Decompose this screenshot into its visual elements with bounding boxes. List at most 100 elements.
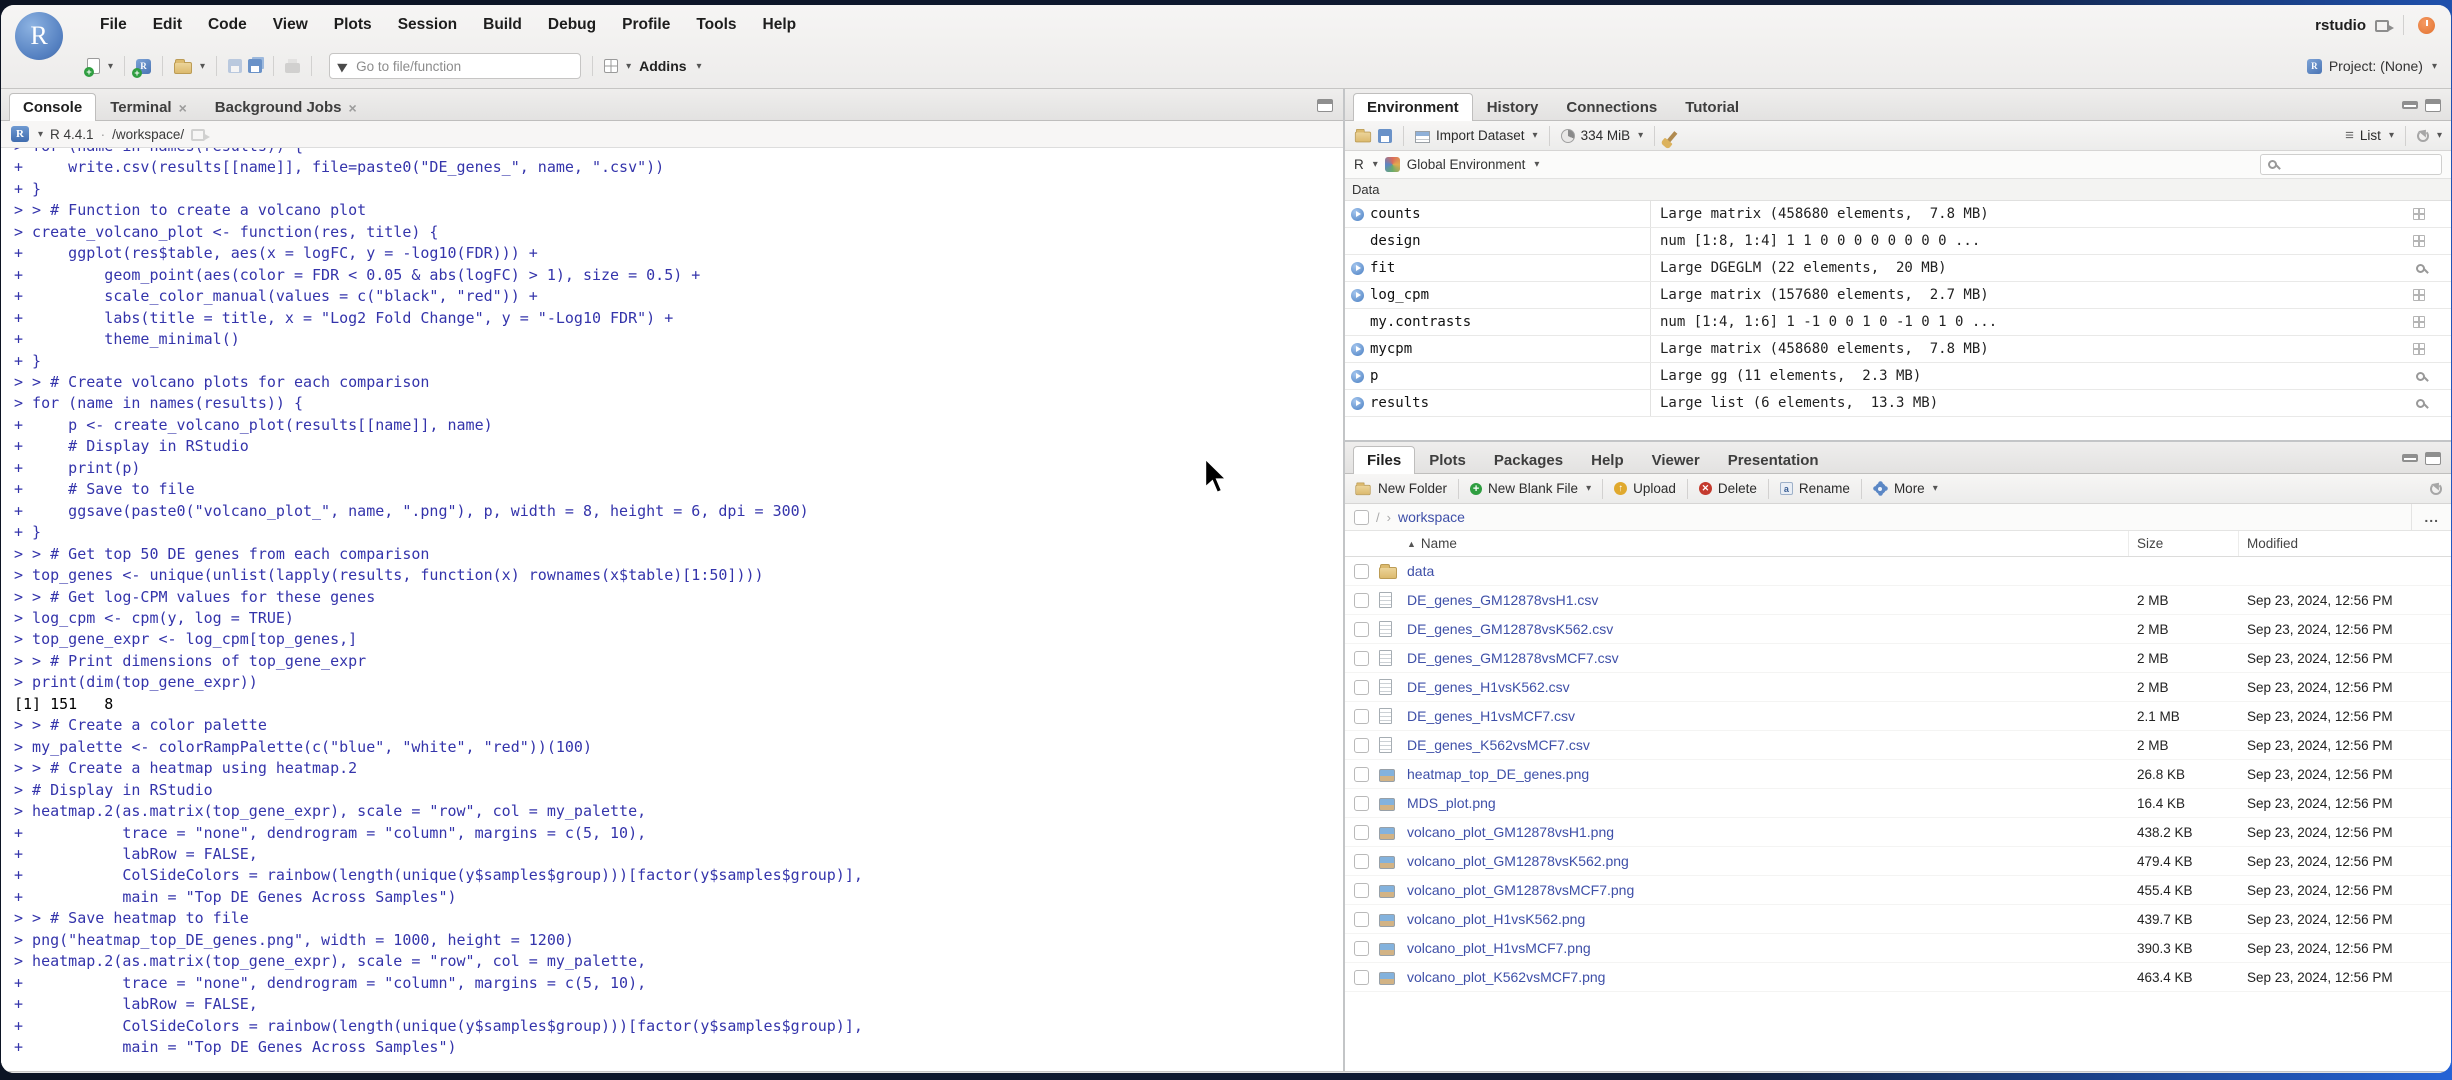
- expand-object-icon[interactable]: [1351, 342, 1364, 356]
- file-name-link[interactable]: volcano_plot_GM12878vsMCF7.png: [1405, 882, 2129, 898]
- new-folder-button[interactable]: New Folder: [1354, 481, 1447, 496]
- file-name-link[interactable]: DE_genes_K562vsMCF7.csv: [1405, 737, 2129, 753]
- rename-button[interactable]: a Rename: [1779, 481, 1850, 496]
- file-name-link[interactable]: MDS_plot.png: [1405, 795, 2129, 811]
- expand-object-icon[interactable]: [1351, 396, 1364, 410]
- file-name-link[interactable]: volcano_plot_H1vsMCF7.png: [1405, 940, 2129, 956]
- menu-view[interactable]: View: [260, 5, 321, 45]
- expand-object-icon[interactable]: [1351, 288, 1364, 302]
- files-tab-presentation[interactable]: Presentation: [1714, 446, 1833, 474]
- file-checkbox[interactable]: [1354, 679, 1369, 695]
- quit-session-icon[interactable]: [2418, 16, 2435, 34]
- more-button[interactable]: More ▾: [1873, 481, 1938, 496]
- file-name-link[interactable]: volcano_plot_H1vsK562.png: [1405, 911, 2129, 927]
- console-tab-background-jobs[interactable]: Background Jobs ×: [201, 93, 371, 121]
- file-name-link[interactable]: DE_genes_GM12878vsMCF7.csv: [1405, 650, 2129, 666]
- refresh-files-icon[interactable]: [2430, 482, 2442, 495]
- breadcrumb-root[interactable]: /: [1376, 510, 1380, 525]
- files-tab-files[interactable]: Files: [1353, 446, 1416, 474]
- file-checkbox[interactable]: [1354, 650, 1369, 666]
- environment-object-row[interactable]: log_cpm Large matrix (157680 elements, 2.…: [1345, 282, 2451, 309]
- minimize-pane-icon[interactable]: [2402, 100, 2418, 109]
- file-checkbox[interactable]: [1354, 853, 1369, 869]
- menu-code[interactable]: Code: [195, 5, 260, 45]
- file-checkbox[interactable]: [1354, 940, 1369, 956]
- files-tab-plots[interactable]: Plots: [1415, 446, 1480, 474]
- file-checkbox[interactable]: [1354, 592, 1369, 608]
- load-workspace-icon[interactable]: [1354, 128, 1372, 143]
- upload-button[interactable]: ↑ Upload: [1614, 481, 1676, 496]
- delete-button[interactable]: ✕ Delete: [1698, 481, 1757, 496]
- environment-object-row[interactable]: fit Large DGEGLM (22 elements, 20 MB): [1345, 255, 2451, 282]
- expand-object-icon[interactable]: [1351, 261, 1364, 275]
- new-blank-file-button[interactable]: + New Blank File ▾: [1470, 481, 1591, 496]
- list-view-button[interactable]: ≡ List ▾: [2345, 128, 2394, 144]
- language-selector[interactable]: R: [1354, 157, 1364, 172]
- new-project-icon[interactable]: R: [132, 58, 152, 78]
- menu-build[interactable]: Build: [470, 5, 535, 45]
- inspect-object-icon[interactable]: [2416, 371, 2425, 381]
- maximize-pane-icon[interactable]: [1317, 99, 1333, 112]
- inspect-object-icon[interactable]: [2416, 263, 2425, 273]
- file-name-link[interactable]: DE_genes_GM12878vsK562.csv: [1405, 621, 2129, 637]
- view-data-grid-icon[interactable]: [2413, 316, 2425, 328]
- menu-plots[interactable]: Plots: [321, 5, 385, 45]
- menu-session[interactable]: Session: [385, 5, 470, 45]
- breadcrumb-more-button[interactable]: ...: [2411, 504, 2451, 530]
- close-tab-icon[interactable]: ×: [348, 101, 356, 115]
- file-checkbox[interactable]: [1354, 969, 1369, 985]
- file-checkbox[interactable]: [1354, 737, 1369, 753]
- environment-tab-history[interactable]: History: [1473, 93, 1553, 121]
- file-checkbox[interactable]: [1354, 766, 1369, 782]
- column-size[interactable]: Size: [2129, 531, 2239, 556]
- file-checkbox[interactable]: [1354, 911, 1369, 927]
- view-data-grid-icon[interactable]: [2413, 235, 2425, 247]
- environment-selector[interactable]: Global Environment: [1407, 157, 1526, 172]
- file-name-link[interactable]: volcano_plot_K562vsMCF7.png: [1405, 969, 2129, 985]
- file-name-link[interactable]: DE_genes_H1vsMCF7.csv: [1405, 708, 2129, 724]
- environment-object-row[interactable]: my.contrasts num [1:4, 1:6] 1 -1 0 0 1 0 …: [1345, 309, 2451, 336]
- open-cwd-icon[interactable]: [191, 129, 211, 141]
- save-workspace-icon[interactable]: [1378, 128, 1392, 143]
- environment-tab-environment[interactable]: Environment: [1353, 93, 1473, 121]
- files-tab-viewer[interactable]: Viewer: [1638, 446, 1714, 474]
- file-checkbox[interactable]: [1354, 824, 1369, 840]
- menu-tools[interactable]: Tools: [683, 5, 749, 45]
- view-data-grid-icon[interactable]: [2413, 343, 2425, 355]
- file-checkbox[interactable]: [1354, 882, 1369, 898]
- menu-help[interactable]: Help: [750, 5, 810, 45]
- environment-object-row[interactable]: counts Large matrix (458680 elements, 7.8…: [1345, 201, 2451, 228]
- environment-object-row[interactable]: results Large list (6 elements, 13.3 MB): [1345, 390, 2451, 417]
- environment-object-row[interactable]: mycpm Large matrix (458680 elements, 7.8 …: [1345, 336, 2451, 363]
- environment-object-row[interactable]: p Large gg (11 elements, 2.3 MB): [1345, 363, 2451, 390]
- column-name[interactable]: ▲ Name: [1345, 531, 2129, 556]
- addins-button[interactable]: Addins: [639, 58, 686, 74]
- console-tab-console[interactable]: Console: [9, 93, 97, 121]
- goto-file-function-input[interactable]: Go to file/function: [329, 53, 582, 79]
- expand-object-icon[interactable]: [1351, 207, 1364, 221]
- files-tab-packages[interactable]: Packages: [1480, 446, 1577, 474]
- environment-object-row[interactable]: design num [1:8, 1:4] 1 1 0 0 0 0 0 0 0 0…: [1345, 228, 2451, 255]
- file-checkbox[interactable]: [1354, 621, 1369, 637]
- minimize-pane-icon[interactable]: [2402, 453, 2418, 462]
- maximize-pane-icon[interactable]: [2425, 452, 2441, 465]
- open-file-icon[interactable]: [174, 58, 193, 74]
- menu-profile[interactable]: Profile: [609, 5, 683, 45]
- console-tab-terminal[interactable]: Terminal ×: [96, 93, 201, 121]
- file-name-link[interactable]: DE_genes_GM12878vsH1.csv: [1405, 592, 2129, 608]
- refresh-environment-icon[interactable]: [2416, 129, 2429, 142]
- project-selector[interactable]: R Project: (None) ▾: [2306, 58, 2437, 74]
- view-data-grid-icon[interactable]: [2413, 289, 2425, 301]
- file-name-link[interactable]: volcano_plot_GM12878vsK562.png: [1405, 853, 2129, 869]
- column-modified[interactable]: Modified: [2239, 536, 2451, 551]
- memory-usage-button[interactable]: 334 MiB ▾: [1560, 128, 1643, 143]
- sign-out-icon[interactable]: [2375, 20, 2394, 32]
- file-name-link[interactable]: volcano_plot_GM12878vsH1.png: [1405, 824, 2129, 840]
- print-icon[interactable]: [285, 59, 301, 73]
- file-name-link[interactable]: data: [1405, 563, 2129, 579]
- menu-file[interactable]: File: [87, 5, 140, 45]
- clear-objects-icon[interactable]: [1666, 130, 1678, 143]
- new-file-icon[interactable]: [84, 58, 100, 77]
- inspect-object-icon[interactable]: [2416, 398, 2425, 408]
- import-dataset-button[interactable]: Import Dataset ▾: [1415, 128, 1538, 143]
